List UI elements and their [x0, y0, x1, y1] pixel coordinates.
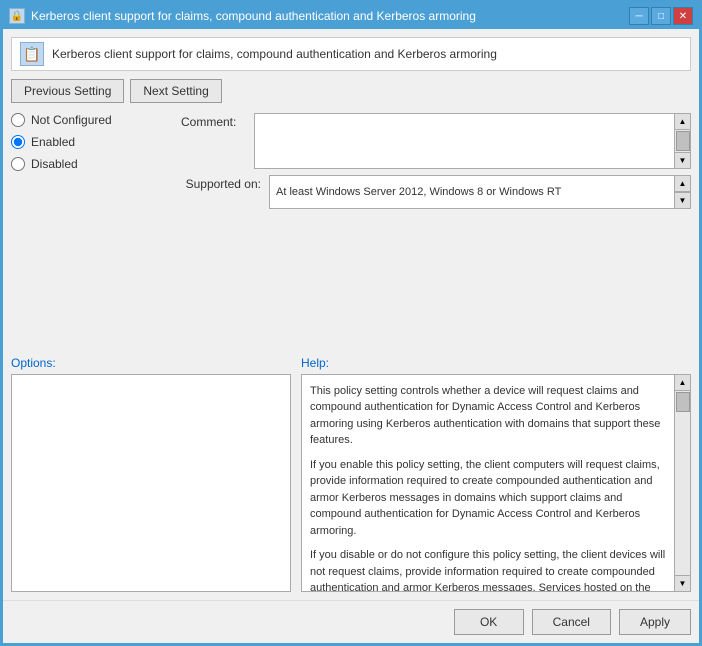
scroll-up-arrow[interactable]: ▲: [675, 114, 690, 130]
main-window: 🔒 Kerberos client support for claims, co…: [1, 1, 701, 645]
close-button[interactable]: ✕: [673, 7, 693, 25]
window-title: Kerberos client support for claims, comp…: [31, 9, 629, 23]
help-scroll-up[interactable]: ▲: [675, 375, 690, 391]
right-panel: Comment: ▲ ▼ Supported on: At least: [181, 113, 691, 350]
help-scroll-down[interactable]: ▼: [675, 575, 690, 591]
not-configured-radio[interactable]: [11, 113, 25, 127]
enabled-option[interactable]: Enabled: [11, 135, 171, 149]
left-panel: Not Configured Enabled Disabled: [11, 113, 171, 350]
scroll-down-arrow[interactable]: ▼: [675, 152, 690, 168]
help-scroll-thumb[interactable]: [676, 392, 690, 412]
enabled-radio[interactable]: [11, 135, 25, 149]
previous-setting-button[interactable]: Previous Setting: [11, 79, 124, 103]
supported-value: At least Windows Server 2012, Windows 8 …: [270, 176, 674, 208]
nav-buttons: Previous Setting Next Setting: [11, 79, 691, 103]
help-panel: Help: This policy setting controls wheth…: [301, 356, 691, 593]
cancel-button[interactable]: Cancel: [532, 609, 611, 635]
scroll-thumb[interactable]: [676, 131, 690, 151]
supported-wrapper: At least Windows Server 2012, Windows 8 …: [269, 175, 691, 209]
subtitle-icon: 📋: [20, 42, 44, 66]
help-label: Help:: [301, 356, 691, 370]
footer: OK Cancel Apply: [3, 600, 699, 643]
apply-button[interactable]: Apply: [619, 609, 691, 635]
help-paragraph-3: If you disable or do not configure this …: [310, 547, 666, 591]
comment-textarea[interactable]: [255, 114, 674, 168]
disabled-radio[interactable]: [11, 157, 25, 171]
supported-scroll-up[interactable]: ▲: [675, 176, 690, 192]
content-area: 📋 Kerberos client support for claims, co…: [3, 29, 699, 600]
subtitle-text: Kerberos client support for claims, comp…: [52, 47, 497, 61]
options-label: Options:: [11, 356, 291, 370]
not-configured-option[interactable]: Not Configured: [11, 113, 171, 127]
window-icon: 🔒: [9, 8, 25, 24]
comment-scrollbar[interactable]: ▲ ▼: [674, 114, 690, 168]
help-wrapper: This policy setting controls whether a d…: [301, 374, 691, 593]
main-area: Not Configured Enabled Disabled Comm: [11, 113, 691, 350]
options-box: [11, 374, 291, 593]
ok-button[interactable]: OK: [454, 609, 524, 635]
help-paragraph-2: If you enable this policy setting, the c…: [310, 457, 666, 540]
bottom-area: Options: Help: This policy setting contr…: [11, 356, 691, 593]
window-controls: ─ □ ✕: [629, 7, 693, 25]
comment-textarea-wrapper: ▲ ▼: [254, 113, 691, 169]
next-setting-button[interactable]: Next Setting: [130, 79, 221, 103]
comment-section: Comment: ▲ ▼: [181, 113, 691, 169]
subtitle-bar: 📋 Kerberos client support for claims, co…: [11, 37, 691, 71]
enabled-label: Enabled: [31, 135, 75, 149]
help-paragraph-1: This policy setting controls whether a d…: [310, 383, 666, 449]
supported-scroll-down[interactable]: ▼: [675, 192, 690, 208]
supported-label: Supported on:: [181, 175, 261, 191]
not-configured-label: Not Configured: [31, 113, 112, 127]
comment-label: Comment:: [181, 113, 246, 129]
disabled-label: Disabled: [31, 157, 78, 171]
maximize-button[interactable]: □: [651, 7, 671, 25]
supported-section: Supported on: At least Windows Server 20…: [181, 175, 691, 209]
supported-scrollbar[interactable]: ▲ ▼: [674, 176, 690, 208]
disabled-option[interactable]: Disabled: [11, 157, 171, 171]
title-bar: 🔒 Kerberos client support for claims, co…: [3, 3, 699, 29]
help-scrollbar[interactable]: ▲ ▼: [674, 375, 690, 592]
radio-group: Not Configured Enabled Disabled: [11, 113, 171, 171]
help-text: This policy setting controls whether a d…: [302, 375, 674, 592]
options-panel: Options:: [11, 356, 291, 593]
minimize-button[interactable]: ─: [629, 7, 649, 25]
